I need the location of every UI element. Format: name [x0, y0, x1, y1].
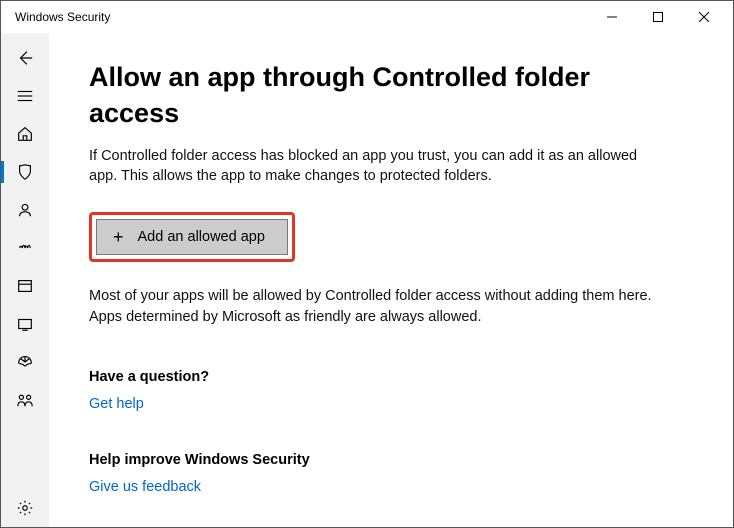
back-button[interactable]: [1, 39, 49, 77]
note-text: Most of your apps will be allowed by Con…: [89, 286, 669, 327]
sidebar-item-device-performance[interactable]: [1, 343, 49, 381]
menu-button[interactable]: [1, 77, 49, 115]
sidebar-item-virus-protection[interactable]: [1, 153, 49, 191]
question-heading: Have a question?: [89, 369, 687, 385]
sidebar-item-firewall[interactable]: [1, 229, 49, 267]
titlebar: Windows Security: [1, 1, 733, 33]
sidebar-item-home[interactable]: [1, 115, 49, 153]
sidebar-item-family-options[interactable]: [1, 381, 49, 419]
sidebar-item-settings[interactable]: [1, 489, 49, 527]
minimize-button[interactable]: [589, 2, 635, 32]
get-help-link[interactable]: Get help: [89, 396, 144, 412]
add-allowed-app-button[interactable]: + Add an allowed app: [96, 219, 288, 255]
add-button-highlight: + Add an allowed app: [89, 212, 295, 262]
sidebar: [1, 33, 49, 527]
feedback-link[interactable]: Give us feedback: [89, 479, 201, 495]
improve-heading: Help improve Windows Security: [89, 452, 687, 468]
window-controls: [589, 2, 727, 32]
add-button-label: Add an allowed app: [138, 229, 265, 245]
sidebar-item-app-browser[interactable]: [1, 267, 49, 305]
sidebar-item-account-protection[interactable]: [1, 191, 49, 229]
main-content: Allow an app through Controlled folder a…: [49, 33, 733, 527]
plus-icon: +: [113, 228, 124, 246]
close-button[interactable]: [681, 2, 727, 32]
window-title: Windows Security: [15, 10, 589, 24]
page-title: Allow an app through Controlled folder a…: [89, 59, 687, 132]
sidebar-item-device-security[interactable]: [1, 305, 49, 343]
maximize-button[interactable]: [635, 2, 681, 32]
intro-text: If Controlled folder access has blocked …: [89, 146, 649, 187]
